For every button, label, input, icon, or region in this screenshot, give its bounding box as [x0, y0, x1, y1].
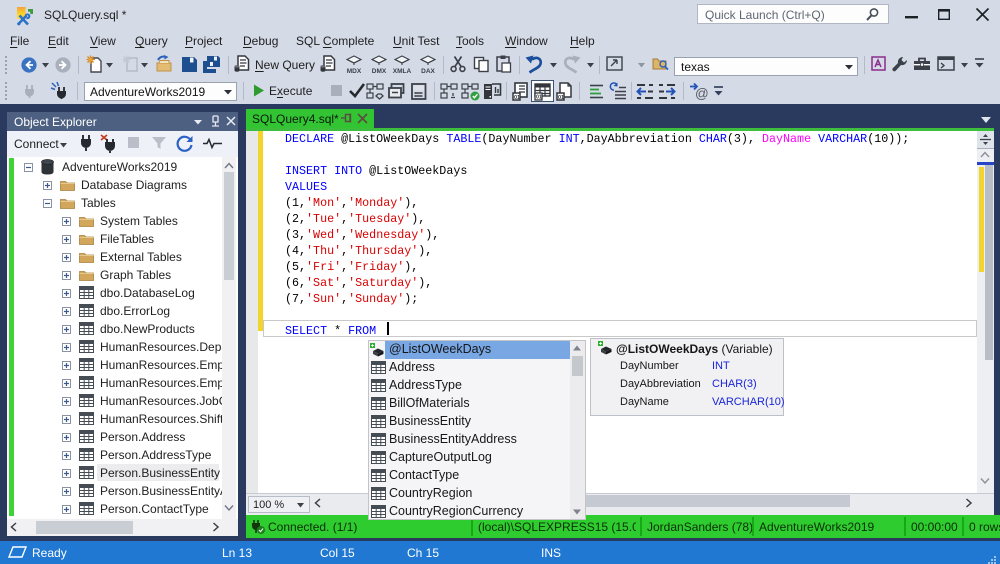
svg-text:01: 01 — [536, 95, 542, 101]
svg-text:DMX: DMX — [372, 68, 387, 75]
svg-text:01: 01 — [558, 95, 564, 101]
svg-text:MDX: MDX — [347, 68, 362, 75]
svg-text:DAX: DAX — [421, 68, 435, 75]
svg-text:01: 01 — [514, 95, 520, 101]
svg-text:XMLA: XMLA — [393, 68, 412, 75]
svg-text:@: @ — [695, 86, 709, 101]
